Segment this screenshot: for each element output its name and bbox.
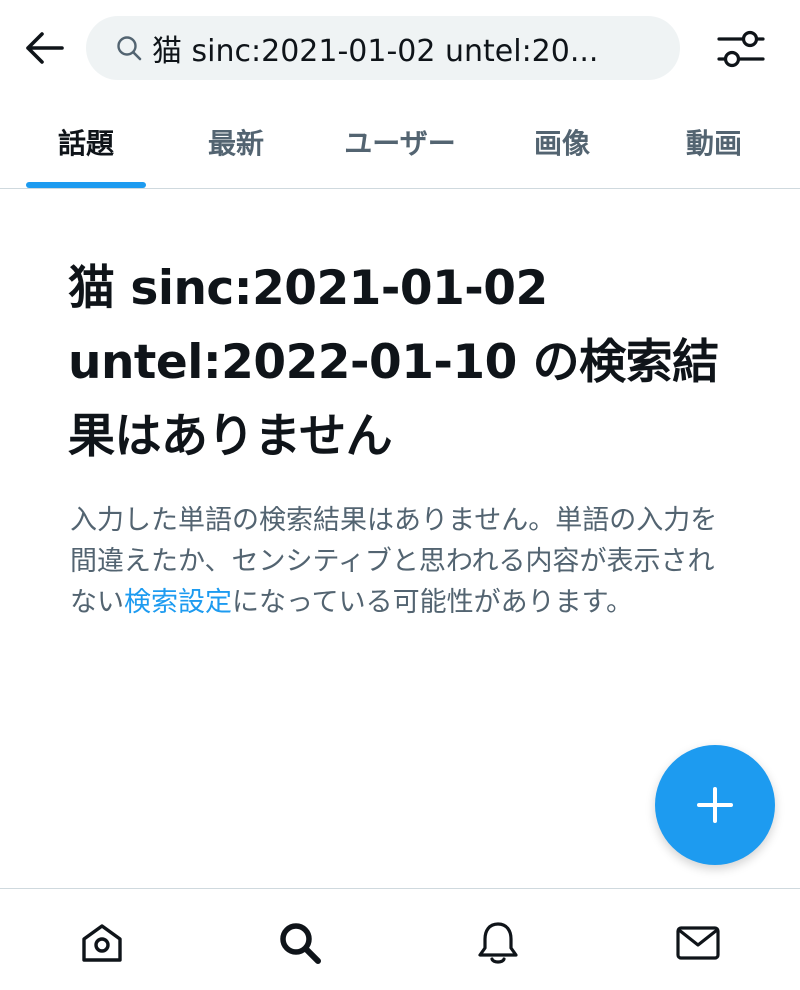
nav-messages[interactable]: [666, 911, 730, 975]
nav-home[interactable]: [70, 911, 134, 975]
tab-images[interactable]: 画像: [502, 96, 622, 188]
bell-icon: [478, 922, 518, 964]
mail-icon: [676, 926, 720, 960]
search-settings-link[interactable]: 検索設定: [124, 587, 232, 618]
tab-videos[interactable]: 動画: [654, 96, 774, 188]
active-tab-indicator: [26, 182, 146, 188]
search-icon: [116, 35, 142, 61]
nav-notifications[interactable]: [466, 911, 530, 975]
back-arrow-icon: [26, 32, 64, 64]
empty-state-description: 入力した単語の検索結果はありません。単語の入力を間違えたか、センシティブと思われ…: [70, 500, 740, 623]
search-results-screen: 猫 sinc:2021-01-02 untel:20... 話題 最新 ユーザー…: [0, 0, 800, 990]
nav-search[interactable]: [268, 911, 332, 975]
top-bar: 猫 sinc:2021-01-02 untel:20...: [0, 0, 800, 96]
tab-latest[interactable]: 最新: [176, 96, 296, 188]
back-button[interactable]: [18, 26, 70, 70]
search-query-text: 猫 sinc:2021-01-02 untel:20...: [152, 34, 599, 69]
sliders-icon: [717, 30, 765, 68]
empty-state-heading: 猫 sinc:2021-01-02 untel:2022-01-10 の検索結果…: [68, 261, 719, 464]
plus-icon: [697, 787, 733, 823]
bottom-nav: [0, 888, 800, 990]
tab-label: 画像: [533, 127, 590, 160]
tab-label: 最新: [207, 127, 264, 160]
compose-button[interactable]: [655, 745, 775, 865]
search-tabs: 話題 最新 ユーザー 画像 動画: [0, 96, 800, 189]
tab-label: ユーザー: [344, 127, 456, 160]
empty-state-text-after: になっている可能性があります。: [232, 587, 633, 618]
search-settings-button[interactable]: [712, 24, 770, 74]
search-input[interactable]: 猫 sinc:2021-01-02 untel:20...: [86, 16, 680, 80]
search-icon: [280, 923, 321, 964]
tab-label: 動画: [685, 127, 742, 160]
tab-label: 話題: [57, 127, 114, 160]
home-icon: [82, 924, 122, 962]
tab-users[interactable]: ユーザー: [320, 96, 480, 188]
tab-top[interactable]: 話題: [26, 96, 146, 188]
